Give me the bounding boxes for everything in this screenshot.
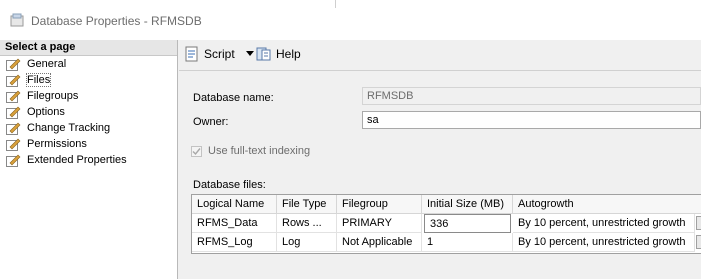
cell-initial-size[interactable]: 1 <box>422 233 513 252</box>
cell-autogrowth[interactable]: By 10 percent, unrestricted growth <box>513 233 695 252</box>
page-item-label: Change Tracking <box>27 122 111 134</box>
cell-logical-name[interactable]: RFMS_Data <box>192 214 277 233</box>
script-icon <box>185 46 198 62</box>
column-header-filegroup[interactable]: Filegroup <box>337 195 422 214</box>
cell-logical-name[interactable]: RFMS_Log <box>192 233 277 252</box>
select-page-header: Select a page <box>0 40 177 56</box>
wrench-page-icon <box>6 58 21 71</box>
column-header-autogrowth[interactable]: Autogrowth <box>513 195 701 214</box>
script-label: Script <box>204 47 235 61</box>
database-name-field[interactable]: RFMSDB <box>362 87 701 105</box>
database-files-label: Database files: <box>193 179 266 191</box>
database-name-label: Database name: <box>193 92 274 104</box>
toolbar: Script Help <box>178 40 701 68</box>
wrench-page-icon <box>6 154 21 167</box>
select-page-title: Select a page <box>5 41 76 53</box>
autogrowth-edit-button[interactable] <box>696 235 701 249</box>
page-item-files[interactable]: Files <box>6 73 174 89</box>
page-item-label: Extended Properties <box>27 154 127 166</box>
cell-filegroup[interactable]: PRIMARY <box>337 214 422 233</box>
fulltext-indexing-checkbox[interactable] <box>191 146 202 157</box>
checkmark-icon <box>192 148 201 156</box>
window-title: Database Properties - RFMSDB <box>31 14 202 28</box>
wrench-page-icon <box>6 90 21 103</box>
database-files-grid: Logical Name File Type Filegroup Initial… <box>191 194 701 254</box>
page-item-extended-properties[interactable]: Extended Properties <box>6 153 174 169</box>
column-header-file-type[interactable]: File Type <box>277 195 337 214</box>
page-item-filegroups[interactable]: Filegroups <box>6 89 174 105</box>
page-item-general[interactable]: General <box>6 57 174 73</box>
wrench-page-icon <box>6 74 21 87</box>
cell-autogrowth[interactable]: By 10 percent, unrestricted growth <box>513 214 695 233</box>
page-item-label: General <box>27 58 67 70</box>
autogrowth-edit-button[interactable] <box>696 216 701 230</box>
chevron-down-icon[interactable] <box>246 51 254 57</box>
title-divider <box>335 0 336 8</box>
page-item-label: Filegroups <box>27 90 79 102</box>
cell-filegroup[interactable]: Not Applicable <box>337 233 422 252</box>
toolbar-divider <box>179 70 701 71</box>
column-header-logical-name[interactable]: Logical Name <box>192 195 277 214</box>
database-properties-icon <box>10 13 24 27</box>
help-label: Help <box>276 47 301 61</box>
wrench-page-icon <box>6 122 21 135</box>
page-item-permissions[interactable]: Permissions <box>6 137 174 153</box>
page-item-change-tracking[interactable]: Change Tracking <box>6 121 174 137</box>
page-item-label: Files <box>25 73 52 87</box>
help-button[interactable]: Help <box>256 46 306 62</box>
title-bar: Database Properties - RFMSDB <box>0 0 701 41</box>
script-button[interactable]: Script <box>184 46 256 62</box>
help-book-icon <box>256 47 271 61</box>
owner-field[interactable]: sa <box>362 111 701 129</box>
page-item-options[interactable]: Options <box>6 105 174 121</box>
wrench-page-icon <box>6 106 21 119</box>
cell-file-type[interactable]: Log <box>277 233 337 252</box>
cell-initial-size-editor[interactable]: 336 <box>424 214 511 233</box>
fulltext-indexing-label: Use full-text indexing <box>208 145 311 157</box>
cell-file-type[interactable]: Rows ... <box>277 214 337 233</box>
page-item-label: Options <box>27 106 65 118</box>
column-header-initial-size[interactable]: Initial Size (MB) <box>422 195 513 214</box>
owner-label: Owner: <box>193 116 229 128</box>
wrench-page-icon <box>6 138 21 151</box>
page-item-label: Permissions <box>27 138 87 150</box>
select-page-panel: Select a page General Files Filegroups O… <box>0 40 178 279</box>
